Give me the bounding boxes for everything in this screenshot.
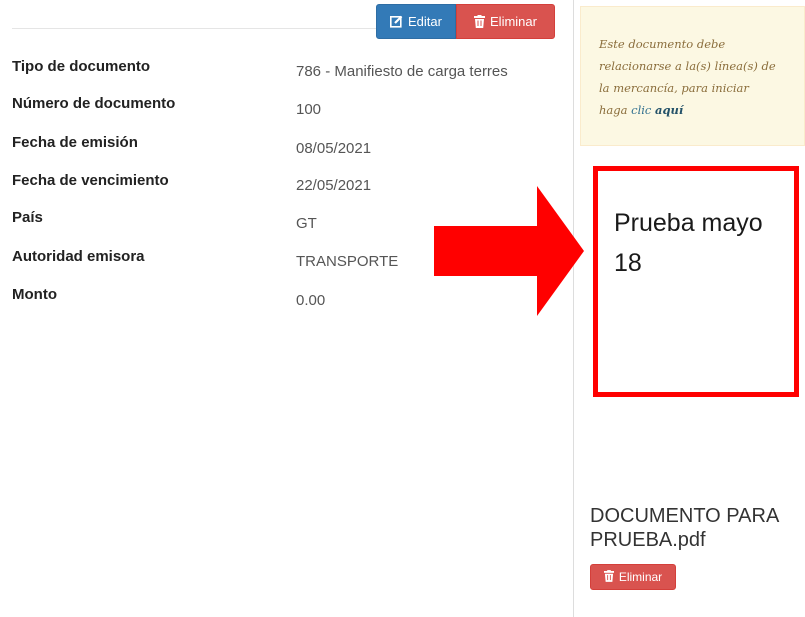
edit-button[interactable]: Editar xyxy=(376,4,456,39)
field-label-issue-date: Fecha de emisión xyxy=(12,134,138,151)
field-value-document-type: 786 - Manifiesto de carga terres xyxy=(296,63,508,80)
delete-button-label: Eliminar xyxy=(490,14,537,29)
attachment-file-name: DOCUMENTO PARA PRUEBA.pdf xyxy=(590,504,805,552)
highlighted-note: Prueba mayo 18 xyxy=(593,166,799,397)
alert-link-clic[interactable]: clic xyxy=(631,103,651,117)
alert-line: Este documento debe xyxy=(599,37,726,51)
delete-button[interactable]: Eliminar xyxy=(456,4,555,39)
field-value-expiration-date: 22/05/2021 xyxy=(296,177,372,194)
field-label-country: País xyxy=(12,209,43,226)
note-text-line: 18 xyxy=(614,249,642,277)
field-label-document-type: Tipo de documento xyxy=(12,58,151,75)
delete-attachment-label: Eliminar xyxy=(618,570,663,584)
field-value-amount: 0.00 xyxy=(296,292,326,309)
alert-line: relacionarse a la(s) línea(s) de xyxy=(599,59,776,73)
field-label-amount: Monto xyxy=(12,286,57,303)
file-name-line: PRUEBA.pdf xyxy=(590,529,706,551)
document-actions: Editar Eliminar xyxy=(376,4,555,39)
alert-line: la mercancía, para iniciar xyxy=(599,81,749,95)
alert-link-aqui[interactable]: aquí xyxy=(655,103,683,117)
alert-text: haga xyxy=(599,103,628,117)
edit-icon xyxy=(390,15,403,28)
note-text-line: Prueba mayo xyxy=(614,209,763,237)
trash-icon xyxy=(603,569,614,585)
field-value-issuing-authority: TRANSPORTE xyxy=(296,253,399,270)
field-value-issue-date: 08/05/2021 xyxy=(296,140,372,157)
edit-button-label: Editar xyxy=(408,14,442,29)
field-label-expiration-date: Fecha de vencimiento xyxy=(12,172,169,189)
trash-icon xyxy=(474,15,486,28)
field-label-document-number: Número de documento xyxy=(12,95,176,112)
red-arrow-icon xyxy=(434,186,584,316)
field-label-issuing-authority: Autoridad emisora xyxy=(12,248,145,265)
delete-attachment-button[interactable]: Eliminar xyxy=(590,564,676,590)
alert-line: haga clic aquí xyxy=(599,99,804,121)
field-value-document-number: 100 xyxy=(296,101,322,118)
field-value-country: GT xyxy=(296,215,317,232)
file-name-line: DOCUMENTO PARA xyxy=(590,505,780,527)
link-merchandise-alert: Este documento debe relacionarse a la(s)… xyxy=(580,6,805,146)
